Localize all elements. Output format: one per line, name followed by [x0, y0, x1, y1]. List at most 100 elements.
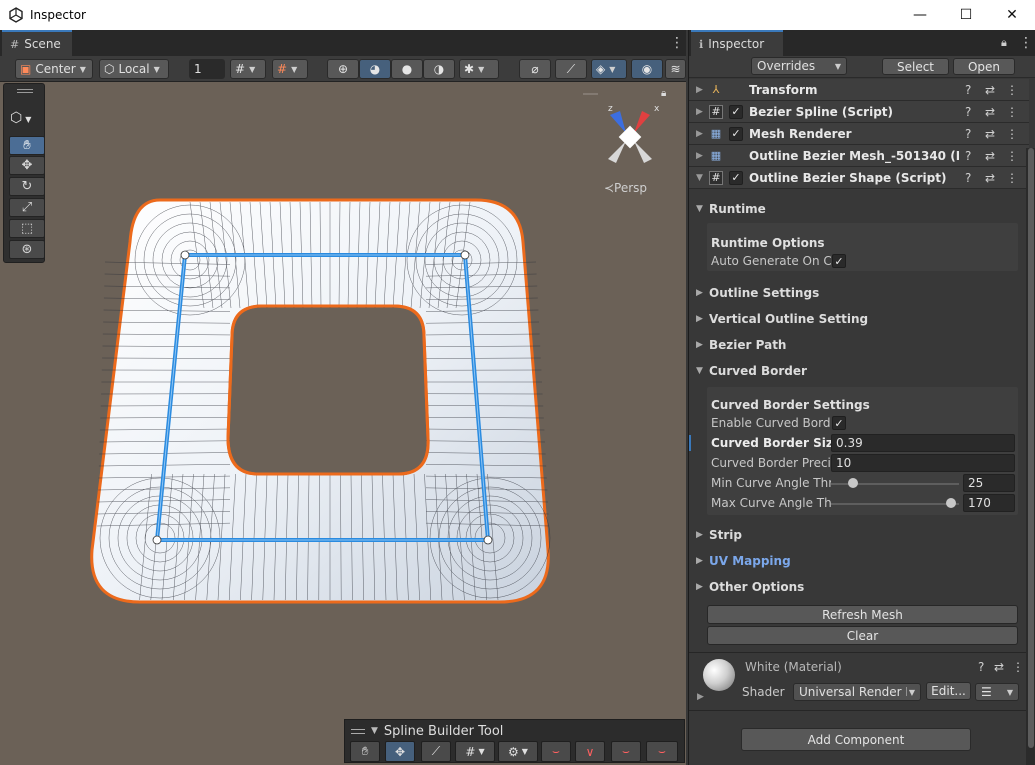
expand-arrow-icon[interactable]: ▶ — [697, 692, 704, 702]
draw-mode-wireframe-button[interactable]: ⊕ — [327, 59, 359, 79]
snap-settings-button[interactable]: # ▼ — [272, 59, 308, 79]
scrollbar-thumb[interactable] — [1028, 148, 1034, 748]
spline-knot[interactable] — [152, 535, 162, 545]
tool-context-dropdown[interactable]: ⬡ ▼ — [10, 110, 31, 126]
inspector-more-menu-icon[interactable]: ⋮ — [1019, 36, 1033, 50]
component-menu-icon[interactable]: ⋮ — [1006, 171, 1018, 185]
component-menu-icon[interactable]: ⋮ — [1006, 127, 1018, 141]
debug-draw-button[interactable]: ✱ ▼ — [459, 59, 499, 79]
component-enabled-checkbox[interactable]: ✓ — [729, 126, 743, 141]
component-enabled-checkbox[interactable]: ✓ — [729, 104, 743, 119]
clear-button[interactable]: Clear — [707, 626, 1018, 645]
expand-arrow-icon[interactable]: ▶ — [696, 129, 703, 139]
spline-knot[interactable] — [460, 250, 470, 260]
component-menu-icon[interactable]: ⋮ — [1006, 149, 1018, 163]
curved-precision-field[interactable]: 10 — [831, 454, 1015, 472]
component-transform[interactable]: ▶ ⅄ Transform ? ⇄ ⋮ — [689, 79, 1029, 101]
spline-knot[interactable] — [180, 250, 190, 260]
draw-mode-shaded-wire-button[interactable]: ◕ — [359, 59, 391, 79]
open-button[interactable]: Open — [953, 58, 1015, 75]
visibility-toggle-button[interactable]: ◉ — [631, 59, 663, 79]
spline-add-point-button[interactable]: ⟋ — [421, 741, 451, 762]
expand-arrow-icon[interactable]: ▶ — [696, 107, 703, 117]
lock-icon[interactable]: 🔒︎ — [661, 88, 666, 99]
auto-generate-checkbox[interactable]: ✓ — [832, 254, 846, 268]
select-button[interactable]: Select — [882, 58, 949, 75]
max-angle-field[interactable]: 170 — [963, 494, 1015, 512]
inspector-scrollbar[interactable] — [1026, 148, 1035, 765]
rotate-tool-button[interactable]: ↻ — [9, 177, 45, 196]
tangent-mode-button-2[interactable]: ∨ — [575, 741, 605, 762]
component-mesh-filter[interactable]: ▶ ▦ Outline Bezier Mesh_-501340 (Mesh ? … — [689, 145, 1029, 167]
spline-move-button[interactable]: ✥ — [385, 741, 415, 762]
draw-mode-shaded-button[interactable]: ● — [391, 59, 423, 79]
minimize-button[interactable]: — — [897, 0, 943, 30]
edit-shader-button[interactable]: Edit... — [926, 682, 971, 700]
gizmo-x-axis[interactable] — [634, 111, 650, 133]
lock-icon[interactable]: 🔒︎ — [1001, 36, 1007, 50]
pivot-mode-dropdown[interactable]: ▣ Center ▼ — [15, 59, 93, 79]
help-icon[interactable]: ? — [965, 127, 971, 141]
component-menu-icon[interactable]: ⋮ — [1006, 83, 1018, 97]
palette-grip[interactable] — [17, 89, 33, 93]
help-icon[interactable]: ? — [965, 149, 971, 163]
component-menu-icon[interactable]: ⋮ — [1006, 105, 1018, 119]
scene-more-menu-icon[interactable]: ⋮ — [670, 36, 684, 50]
spline-knot[interactable] — [483, 535, 493, 545]
grid-visibility-button[interactable]: # ▼ — [230, 59, 266, 79]
min-angle-field[interactable]: 25 — [963, 474, 1015, 492]
component-outline-bezier-shape[interactable]: ▼ # ✓ Outline Bezier Shape (Script) ? ⇄ … — [689, 167, 1029, 189]
maximize-button[interactable]: ☐ — [943, 0, 989, 30]
shader-options-dropdown[interactable]: ☰ ▼ — [975, 683, 1019, 701]
tab-inspector[interactable]: ℹ Inspector — [691, 30, 783, 56]
expand-arrow-icon[interactable]: ▶ — [696, 85, 703, 95]
scale-tool-button[interactable]: ⤢ — [9, 198, 45, 217]
help-icon[interactable]: ? — [978, 660, 984, 674]
presets-icon[interactable]: ⇄ — [994, 660, 1004, 674]
spline-grid-button[interactable]: # ▼ — [455, 741, 495, 762]
shader-dropdown[interactable]: Universal Render Pi ▼ — [793, 683, 921, 701]
orientation-gizmo[interactable]: z x 🔒︎ — [608, 88, 666, 163]
presets-icon[interactable]: ⇄ — [985, 83, 995, 97]
pivot-space-dropdown[interactable]: ⬡ Local ▼ — [99, 59, 169, 79]
component-bezier-spline[interactable]: ▶ # ✓ Bezier Spline (Script) ? ⇄ ⋮ — [689, 101, 1029, 123]
material-menu-icon[interactable]: ⋮ — [1012, 660, 1024, 674]
curved-size-field[interactable]: 0.39 — [831, 434, 1015, 452]
max-angle-slider-track[interactable] — [831, 503, 959, 505]
gizmo-z-axis[interactable] — [610, 111, 626, 133]
presets-icon[interactable]: ⇄ — [985, 105, 995, 119]
transform-tool-button[interactable]: ⊛ — [9, 240, 45, 259]
scene-canvas[interactable]: z x 🔒︎ — [0, 82, 686, 765]
rect-tool-button[interactable]: ⬚ — [9, 219, 45, 238]
camera-mode-label[interactable]: ≺Persp — [604, 181, 647, 195]
spline-builder-header[interactable]: ▼ Spline Builder Tool — [351, 722, 503, 740]
tangent-mode-button-3[interactable]: ⌣ — [611, 741, 641, 762]
help-icon[interactable]: ? — [965, 171, 971, 185]
draw-mode-lit-button[interactable]: ◑ — [423, 59, 455, 79]
component-enabled-checkbox[interactable]: ✓ — [729, 170, 743, 185]
collapse-arrow-icon[interactable]: ▼ — [696, 173, 703, 183]
presets-icon[interactable]: ⇄ — [985, 171, 995, 185]
presets-icon[interactable]: ⇄ — [985, 149, 995, 163]
help-icon[interactable]: ? — [965, 105, 971, 119]
help-icon[interactable]: ? — [965, 83, 971, 97]
component-mesh-renderer[interactable]: ▶ ▦ ✓ Mesh Renderer ? ⇄ ⋮ — [689, 123, 1029, 145]
add-component-button[interactable]: Add Component — [741, 728, 971, 751]
close-button[interactable]: ✕ — [989, 0, 1035, 30]
spline-settings-button[interactable]: ⚙ ▼ — [498, 741, 538, 762]
overrides-dropdown[interactable]: Overrides ▼ — [751, 57, 847, 75]
tangent-mode-button-4[interactable]: ⌣ — [646, 741, 678, 762]
effects-toggle-button[interactable]: ◈ ▼ — [591, 59, 627, 79]
scene-viewport[interactable]: z x 🔒︎ ≺Persp — [0, 82, 686, 765]
grid-snap-field[interactable]: 1 — [189, 59, 225, 79]
tab-scene[interactable]: # Scene — [2, 30, 72, 56]
min-angle-slider-knob[interactable] — [847, 478, 858, 488]
overlays-button[interactable]: ≋ — [665, 59, 686, 79]
tangent-mode-button-1[interactable]: ⌣ — [541, 741, 571, 762]
lighting-toggle-button[interactable]: ⌀ — [519, 59, 551, 79]
view-tool-button[interactable]: ✋︎ — [9, 136, 45, 155]
enable-curved-checkbox[interactable]: ✓ — [832, 416, 846, 430]
spline-hand-button[interactable]: ✋︎ — [350, 741, 380, 762]
presets-icon[interactable]: ⇄ — [985, 127, 995, 141]
refresh-mesh-button[interactable]: Refresh Mesh — [707, 605, 1018, 624]
